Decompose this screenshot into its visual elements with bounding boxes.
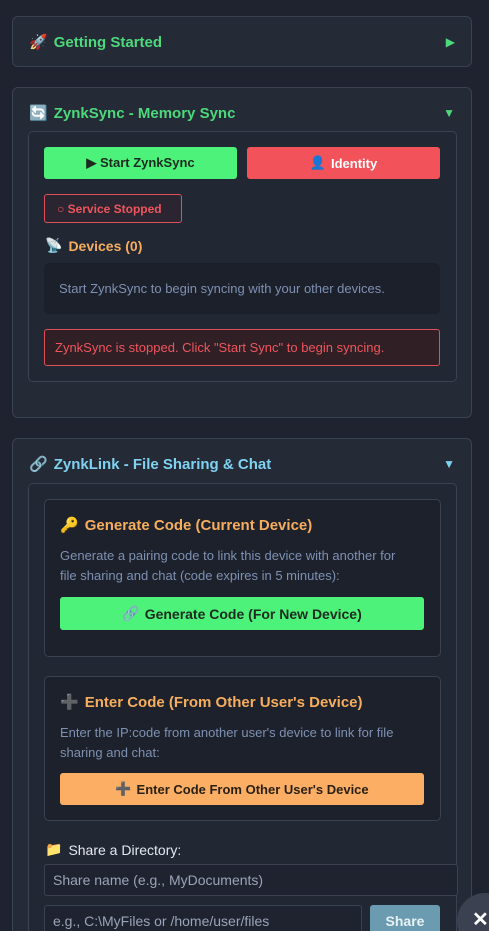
link-icon: 🔗	[122, 605, 140, 621]
enter-code-description: Enter the IP:code from another user's de…	[60, 723, 430, 763]
generate-code-button[interactable]: 🔗 Generate Code (For New Device)	[60, 597, 424, 630]
zynksync-label: ZynkSync - Memory Sync	[53, 104, 236, 122]
sync-icon: 🔄	[29, 105, 48, 122]
zynklink-label: ZynkLink - File Sharing & Chat	[53, 455, 272, 473]
expand-arrow-icon[interactable]: ▶	[446, 35, 455, 49]
zynklink-panel: 🔗 ZynkLink - File Sharing & Chat ▼ 🔑 Gen…	[12, 438, 472, 931]
folder-icon: 📁	[45, 841, 63, 857]
zynksync-panel: 🔄 ZynkSync - Memory Sync ▼ ▶ Start ZynkS…	[12, 87, 472, 418]
generate-code-heading: 🔑 Generate Code (Current Device)	[60, 516, 313, 535]
zynklink-title: 🔗 ZynkLink - File Sharing & Chat	[29, 455, 272, 474]
close-icon: ✕	[472, 909, 489, 931]
enter-code-button[interactable]: ➕ Enter Code From Other User's Device	[60, 773, 424, 805]
generate-code-button-label: Generate Code (For New Device)	[144, 605, 362, 622]
enter-code-title: Enter Code (From Other User's Device)	[84, 693, 363, 711]
satellite-icon: 📡	[45, 237, 63, 253]
share-button[interactable]: Share	[370, 905, 440, 931]
enter-desc-line-2: sharing and chat:	[60, 745, 160, 760]
start-label: ▶ Start ZynkSync	[86, 155, 195, 170]
getting-started-title: 🚀 Getting Started	[29, 33, 163, 52]
identity-label: Identity	[330, 155, 378, 171]
generate-desc-line-2: file sharing and chat (code expires in 5…	[60, 568, 340, 583]
identity-button[interactable]: 👤 Identity	[247, 147, 440, 179]
devices-heading: 📡 Devices (0)	[45, 237, 142, 254]
enter-desc-line-1: Enter the IP:code from another user's de…	[60, 725, 394, 740]
plus-icon: ➕	[115, 781, 132, 796]
share-directory-text: Share a Directory:	[68, 841, 182, 858]
collapse-arrow-icon[interactable]: ▼	[443, 106, 455, 120]
sync-stopped-alert: ZynkSync is stopped. Click "Start Sync" …	[44, 329, 440, 366]
share-button-label: Share	[385, 913, 425, 929]
getting-started-header[interactable]: 🚀 Getting Started ▶	[13, 17, 471, 67]
devices-label: Devices (0)	[68, 237, 143, 254]
generate-code-card: 🔑 Generate Code (Current Device) Generat…	[44, 499, 441, 657]
service-status-badge: ○ Service Stopped	[44, 194, 182, 223]
share-name-input[interactable]	[44, 864, 458, 896]
key-icon: 🔑	[60, 517, 79, 534]
zynklink-body: 🔑 Generate Code (Current Device) Generat…	[28, 483, 458, 931]
rocket-icon: 🚀	[29, 34, 48, 51]
link-icon: 🔗	[29, 456, 48, 473]
plus-icon: ➕	[60, 694, 79, 711]
share-path-input[interactable]	[44, 905, 362, 931]
generate-code-title: Generate Code (Current Device)	[84, 516, 313, 534]
zynksync-body: ▶ Start ZynkSync 👤 Identity ○ Service St…	[28, 131, 457, 382]
share-directory-label: 📁 Share a Directory:	[45, 841, 181, 858]
user-icon: 👤	[309, 155, 326, 170]
enter-code-button-label: Enter Code From Other User's Device	[136, 781, 369, 797]
enter-code-card: ➕ Enter Code (From Other User's Device) …	[44, 676, 441, 821]
zynklink-header[interactable]: 🔗 ZynkLink - File Sharing & Chat ▼	[13, 439, 471, 489]
zynksync-title: 🔄 ZynkSync - Memory Sync	[29, 104, 236, 123]
getting-started-label: Getting Started	[53, 33, 163, 51]
generate-code-description: Generate a pairing code to link this dev…	[60, 546, 430, 586]
collapse-arrow-icon[interactable]: ▼	[443, 457, 455, 471]
getting-started-panel: 🚀 Getting Started ▶	[12, 16, 472, 67]
start-zynksync-button[interactable]: ▶ Start ZynkSync	[44, 147, 237, 179]
generate-desc-line-1: Generate a pairing code to link this dev…	[60, 548, 396, 563]
devices-empty-state: Start ZynkSync to begin syncing with you…	[44, 263, 440, 314]
enter-code-heading: ➕ Enter Code (From Other User's Device)	[60, 693, 363, 712]
